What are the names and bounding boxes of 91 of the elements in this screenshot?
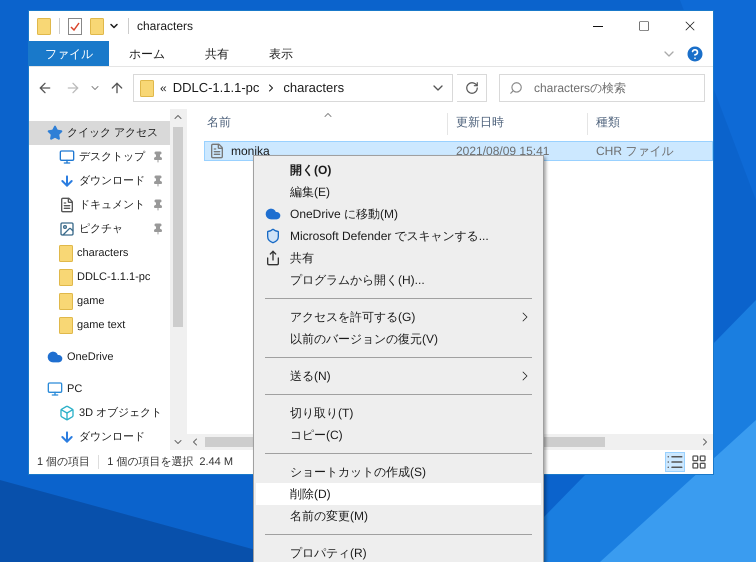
nav-label: game text [77,318,126,333]
nav-item[interactable]: 3D オブジェクト [29,401,170,425]
share-icon [265,250,281,266]
scroll-thumb[interactable] [173,127,183,327]
column-header[interactable]: 種類 [587,113,713,135]
nav-item[interactable]: game text [29,313,170,337]
ribbon-tab[interactable]: ホーム [109,41,185,66]
menu-item[interactable]: Microsoft Defender でスキャンする... [256,225,541,247]
refresh-button[interactable] [457,74,487,102]
large-icons-view-icon[interactable] [691,454,707,470]
menu-item[interactable]: アクセスを許可する(G) [256,306,541,328]
star-icon [47,125,63,141]
menu-item[interactable]: プロパティ(R) [256,542,541,562]
folder-icon [59,268,73,286]
nav-item[interactable]: characters [29,241,170,265]
menu-item[interactable]: 切り取り(T) [256,402,541,424]
nav-label: ダウンロード [79,174,146,189]
menu-item[interactable]: 以前のバージョンの復元(V) [256,328,541,350]
path-segment[interactable]: characters [283,78,344,98]
nav-item[interactable]: クイック アクセス [29,121,170,145]
file-name: monika [231,143,270,160]
document-icon [59,197,75,213]
path-segment[interactable]: DDLC-1.1.1-pc [172,78,260,98]
details-view-icon[interactable] [665,452,685,472]
nav-label: ダウンロード [79,430,146,445]
folder-icon [59,292,73,310]
cube-icon [59,405,75,421]
ribbon-tab[interactable]: 表示 [249,41,313,66]
new-folder-icon [90,18,104,34]
nav-item[interactable]: ピクチャ [29,217,170,241]
search-field[interactable]: charactersの検索 [499,74,705,102]
selection-count: 1 個の項目を選択 [107,454,194,470]
folder-icon [59,316,73,334]
monitor-icon [59,149,75,165]
nav-label: デスクトップ [79,150,146,165]
column-header[interactable]: 名前 [187,113,447,135]
ribbon-tab[interactable]: 共有 [185,41,249,66]
file-type: CHR ファイル [595,143,674,160]
nav-label: OneDrive [67,350,114,365]
menu-item[interactable]: 名前の変更(M) [256,505,541,527]
selection-size: 2.44 M [199,454,234,470]
nav-item[interactable]: ダウンロード [29,425,170,449]
nav-label: PC [67,382,84,397]
nav-label: 3D オブジェクト [79,406,164,421]
file-date: 2021/08/09 15:41 [455,143,550,160]
nav-item[interactable]: デスクトップ [29,145,170,169]
folder-icon [37,18,51,34]
nav-item[interactable]: ドキュメント [29,193,170,217]
folder-icon [59,244,73,262]
menu-item[interactable]: コピー(C) [256,424,541,446]
menu-item[interactable]: ショートカットの作成(S) [256,461,541,483]
folder-icon [140,80,154,96]
window-title: characters [137,18,194,35]
menu-item[interactable]: 送る(N) [256,365,541,387]
back-icon[interactable] [37,80,53,96]
path-overflow[interactable]: « [160,79,167,97]
nav-item[interactable]: OneDrive [29,345,170,369]
nav-label: DDLC-1.1.1-pc [77,270,152,285]
nav-label: characters [77,246,130,261]
column-header[interactable]: 更新日時 [447,113,587,135]
address-bar[interactable]: « DDLC-1.1.1-pc characters [133,74,453,102]
properties-icon[interactable] [68,18,82,34]
maximize-icon [638,20,650,32]
nav-item[interactable]: DDLC-1.1.1-pc [29,265,170,289]
scrollbar[interactable] [170,109,186,450]
nav-item[interactable]: ダウンロード [29,169,170,193]
menu-item[interactable]: OneDrive に移動(M) [256,203,541,225]
picture-icon [59,221,75,237]
menu-item[interactable]: プログラムから開く(H)... [256,269,541,291]
nav-label: ドキュメント [79,198,146,213]
nav-label: ピクチャ [79,222,124,237]
ribbon-tab[interactable]: ファイル [29,41,109,66]
menu-item[interactable]: 編集(E) [256,181,541,203]
nav-label: game [77,294,106,309]
cloud-icon [47,349,63,365]
nav-label: クイック アクセス [67,126,160,141]
item-count: 1 個の項目 [37,454,90,470]
refresh-icon [464,81,478,95]
nav-item[interactable]: PC [29,377,170,401]
help-icon[interactable] [685,44,705,64]
text-file-icon [209,143,225,159]
shield-icon [265,228,281,244]
menu-item[interactable]: 開く(O) [256,159,541,181]
menu-item[interactable]: 削除(D) [256,483,541,505]
computer-icon [47,381,63,397]
nav-item[interactable]: game [29,289,170,313]
down-arrow-icon [59,429,75,445]
search-icon [509,81,523,95]
up-icon[interactable] [109,80,125,96]
cloud-icon [265,206,281,222]
menu-item[interactable]: 共有 [256,247,541,269]
